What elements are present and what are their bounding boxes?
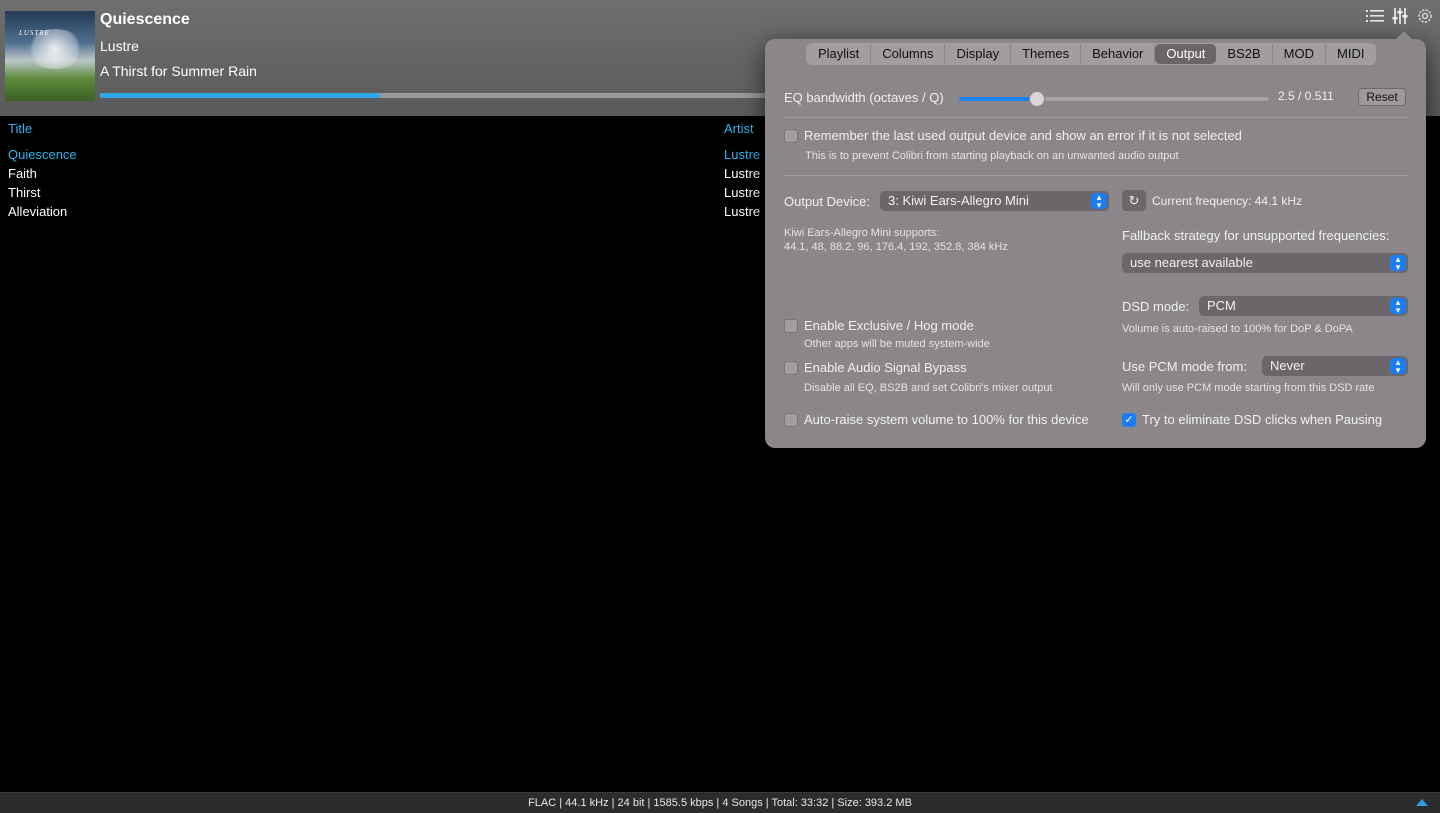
- row-artist: Lustre: [724, 185, 761, 200]
- use-pcm-value: Never: [1270, 358, 1305, 373]
- popover-arrow: [1395, 31, 1413, 40]
- album-art-text: LUSTRE: [19, 29, 50, 37]
- row-title: Thirst: [8, 185, 41, 200]
- dsd-clicks-checkbox[interactable]: ✓: [1122, 413, 1136, 427]
- chevron-up-down-icon: ▴ ▾: [1390, 255, 1406, 272]
- exclusive-mode-checkbox[interactable]: [784, 319, 798, 333]
- tab-output[interactable]: Output: [1155, 44, 1217, 64]
- dsd-clicks-label: Try to eliminate DSD clicks when Pausing: [1142, 412, 1383, 427]
- status-bar: FLAC | 44.1 kHz | 24 bit | 1585.5 kbps |…: [0, 792, 1440, 813]
- tab-midi[interactable]: MIDI: [1326, 44, 1375, 64]
- remember-device-checkbox[interactable]: [784, 129, 798, 143]
- gear-icon[interactable]: [1415, 6, 1435, 26]
- track-album: A Thirst for Summer Rain: [100, 63, 257, 79]
- exclusive-mode-description: Other apps will be muted system-wide: [804, 338, 990, 350]
- expand-arrow-icon[interactable]: [1416, 799, 1428, 806]
- tab-behavior[interactable]: Behavior: [1081, 44, 1156, 64]
- dsd-mode-select[interactable]: PCM ▴ ▾: [1199, 296, 1408, 316]
- playlist-row[interactable]: Faith Lustre: [0, 164, 770, 183]
- eq-bandwidth-slider[interactable]: [959, 91, 1269, 107]
- output-device-label: Output Device:: [784, 194, 870, 209]
- eq-bandwidth-slider-knob[interactable]: [1028, 91, 1045, 107]
- auto-raise-checkbox[interactable]: [784, 413, 798, 427]
- output-device-select[interactable]: 3: Kiwi Ears-Allegro Mini ▴ ▾: [880, 191, 1109, 211]
- row-title: Faith: [8, 166, 37, 181]
- auto-raise-label: Auto-raise system volume to 100% for thi…: [804, 412, 1089, 427]
- track-artist: Lustre: [100, 38, 139, 54]
- playlist-row[interactable]: Quiescence Lustre: [0, 145, 770, 164]
- playback-progress-fill: [100, 93, 380, 98]
- playlist-row[interactable]: Alleviation Lustre: [0, 202, 770, 221]
- tab-themes[interactable]: Themes: [1011, 44, 1082, 64]
- remember-device-label: Remember the last used output device and…: [804, 128, 1242, 143]
- settings-tabs: Playlist Columns Display Themes Behavior…: [806, 43, 1377, 65]
- eq-bandwidth-value: 2.5 / 0.511: [1278, 89, 1334, 103]
- tab-bs2b[interactable]: BS2B: [1216, 44, 1273, 64]
- column-header-title[interactable]: Title: [8, 121, 32, 136]
- fallback-value: use nearest available: [1130, 255, 1253, 270]
- separator: [784, 175, 1408, 176]
- separator: [784, 117, 1408, 118]
- dsd-mode-note: Volume is auto-raised to 100% for DoP & …: [1122, 323, 1353, 335]
- supported-rates: 44.1, 48, 88.2, 96, 176.4, 192, 352.8, 3…: [784, 241, 1008, 253]
- eq-bandwidth-slider-fill: [959, 97, 1037, 101]
- row-artist: Lustre: [724, 166, 761, 181]
- use-pcm-label: Use PCM mode from:: [1122, 359, 1247, 374]
- exclusive-mode-label: Enable Exclusive / Hog mode: [804, 318, 974, 333]
- tab-mod[interactable]: MOD: [1273, 44, 1327, 64]
- status-text: FLAC | 44.1 kHz | 24 bit | 1585.5 kbps |…: [528, 797, 912, 809]
- row-artist: Lustre: [724, 204, 761, 219]
- use-pcm-select[interactable]: Never ▴ ▾: [1262, 356, 1408, 376]
- eq-reset-button[interactable]: Reset: [1358, 88, 1406, 106]
- fallback-label: Fallback strategy for unsupported freque…: [1122, 228, 1390, 243]
- chevron-up-down-icon: ▴ ▾: [1390, 298, 1406, 315]
- signal-bypass-description: Disable all EQ, BS2B and set Colibri's m…: [804, 382, 1053, 394]
- chevron-up-down-icon: ▴ ▾: [1091, 193, 1107, 210]
- track-title: Quiescence: [100, 11, 190, 28]
- refresh-icon[interactable]: ↻: [1122, 190, 1146, 211]
- column-header-artist[interactable]: Artist: [724, 121, 754, 136]
- tab-display[interactable]: Display: [945, 44, 1012, 64]
- playlist-row[interactable]: Thirst Lustre: [0, 183, 770, 202]
- settings-popover: Playlist Columns Display Themes Behavior…: [765, 31, 1426, 448]
- remember-device-description: This is to prevent Colibri from starting…: [805, 150, 1179, 162]
- list-icon[interactable]: [1365, 6, 1385, 26]
- current-frequency: Current frequency: 44.1 kHz: [1152, 194, 1303, 208]
- tab-columns[interactable]: Columns: [871, 44, 946, 64]
- output-device-value: 3: Kiwi Ears-Allegro Mini: [888, 193, 1029, 208]
- fallback-select[interactable]: use nearest available ▴ ▾: [1122, 253, 1408, 273]
- tab-playlist[interactable]: Playlist: [807, 44, 872, 64]
- dsd-mode-label: DSD mode:: [1122, 299, 1190, 314]
- row-artist: Lustre: [724, 147, 761, 162]
- row-title: Quiescence: [8, 147, 77, 162]
- row-title: Alleviation: [8, 204, 68, 219]
- dsd-mode-value: PCM: [1207, 298, 1236, 313]
- chevron-up-down-icon: ▴ ▾: [1390, 358, 1406, 375]
- use-pcm-note: Will only use PCM mode starting from thi…: [1122, 382, 1375, 394]
- signal-bypass-label: Enable Audio Signal Bypass: [804, 360, 967, 375]
- playback-progress[interactable]: [100, 93, 800, 98]
- album-art[interactable]: LUSTRE: [5, 11, 95, 101]
- eq-bandwidth-label: EQ bandwidth (octaves / Q): [784, 90, 944, 105]
- signal-bypass-checkbox[interactable]: [784, 361, 798, 375]
- equalizer-icon[interactable]: [1390, 6, 1410, 26]
- supported-rates-title: Kiwi Ears-Allegro Mini supports:: [784, 227, 940, 239]
